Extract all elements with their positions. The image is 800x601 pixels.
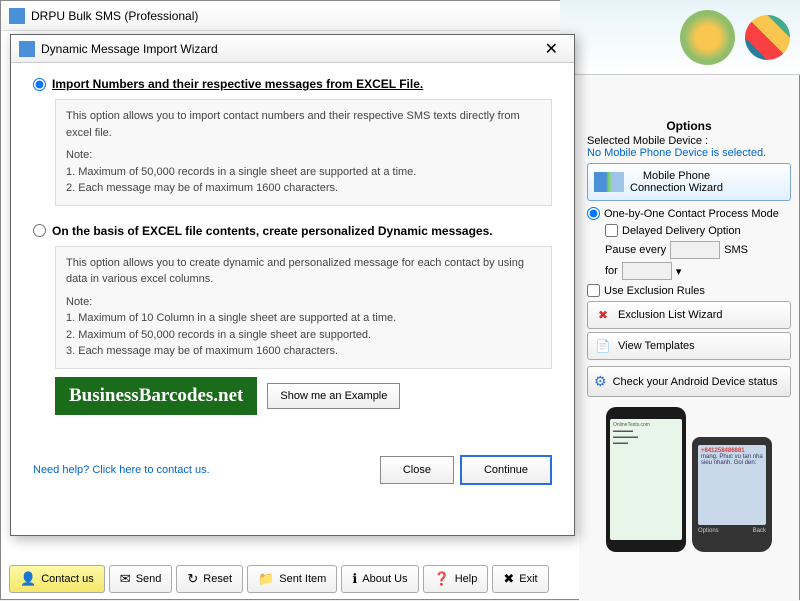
option2-description: This option allows you to create dynamic…: [55, 246, 552, 369]
process-mode-radio[interactable]: [587, 207, 600, 220]
envelope-icon: ✉: [120, 571, 131, 587]
folder-icon: 📁: [258, 571, 274, 587]
info-icon: ℹ: [352, 571, 357, 587]
dialog-continue-btn[interactable]: Continue: [460, 455, 552, 485]
dropdown-icon[interactable]: ▾: [676, 265, 682, 278]
import-excel-radio[interactable]: [33, 78, 46, 91]
about-us-button[interactable]: ℹAbout Us: [341, 565, 418, 593]
contact-us-button[interactable]: 👤Contact us: [9, 565, 105, 593]
help-icon: ❓: [434, 571, 450, 587]
connection-wizard-button[interactable]: Mobile PhoneConnection Wizard: [587, 163, 791, 201]
phone-previews: OnlineTests.com▬▬▬▬▬▬▬▬▬▬▬▬ +84125848688…: [587, 407, 791, 552]
import-excel-label: Import Numbers and their respective mess…: [52, 77, 423, 91]
pause-for-input[interactable]: [622, 262, 672, 280]
reset-icon: ↻: [187, 571, 198, 587]
header-graphic: [560, 0, 800, 75]
smartphone-preview: OnlineTests.com▬▬▬▬▬▬▬▬▬▬▬▬: [606, 407, 686, 552]
connection-icon: [594, 172, 624, 192]
feature-phone-preview: +841258486881 mang. Phuc vu tan nha sieu…: [692, 437, 772, 552]
people-icon: [680, 10, 735, 65]
pause-every-input[interactable]: [670, 241, 720, 259]
exclusion-rules-label: Use Exclusion Rules: [604, 285, 705, 297]
import-wizard-dialog: Dynamic Message Import Wizard ✕ Import N…: [10, 34, 575, 536]
dialog-close-button[interactable]: ✕: [537, 39, 566, 59]
check-device-status-button[interactable]: ⚙ Check your Android Device status: [587, 366, 791, 397]
person-icon: 👤: [20, 571, 36, 587]
dynamic-messages-label: On the basis of EXCEL file contents, cre…: [52, 224, 493, 238]
bottom-toolbar: 👤Contact us ✉Send ↻Reset 📁Sent Item ℹAbo…: [9, 565, 549, 593]
dialog-title: Dynamic Message Import Wizard: [41, 42, 537, 56]
exit-icon: ✖: [503, 571, 514, 587]
show-example-button[interactable]: Show me an Example: [267, 383, 400, 409]
option1-description: This option allows you to import contact…: [55, 99, 552, 206]
app-icon: [9, 8, 25, 24]
delayed-delivery-checkbox[interactable]: [605, 224, 618, 237]
sent-item-button[interactable]: 📁Sent Item: [247, 565, 337, 593]
device-label: Selected Mobile Device :: [587, 135, 791, 147]
dialog-close-btn[interactable]: Close: [380, 456, 454, 484]
business-barcodes-banner[interactable]: BusinessBarcodes.net: [55, 377, 257, 415]
help-link[interactable]: Need help? Click here to contact us.: [33, 464, 374, 476]
exit-button[interactable]: ✖Exit: [492, 565, 548, 593]
dynamic-messages-radio[interactable]: [33, 224, 46, 237]
templates-icon: 📄: [594, 337, 612, 355]
exclusion-icon: ✖: [594, 306, 612, 324]
send-button[interactable]: ✉Send: [109, 565, 173, 593]
process-mode-label: One-by-One Contact Process Mode: [604, 208, 779, 220]
help-button[interactable]: ❓Help: [423, 565, 489, 593]
options-panel: Options Selected Mobile Device : No Mobi…: [579, 31, 799, 601]
options-title: Options: [587, 119, 791, 133]
view-templates-button[interactable]: 📄 View Templates: [587, 332, 791, 360]
delayed-delivery-label: Delayed Delivery Option: [622, 225, 741, 237]
dialog-titlebar: Dynamic Message Import Wizard ✕: [11, 35, 574, 63]
dialog-icon: [19, 41, 35, 57]
device-status: No Mobile Phone Device is selected.: [587, 147, 791, 159]
exclusion-list-wizard-button[interactable]: ✖ Exclusion List Wizard: [587, 301, 791, 329]
reset-button[interactable]: ↻Reset: [176, 565, 243, 593]
gear-icon: ⚙: [594, 373, 607, 390]
exclusion-rules-checkbox[interactable]: [587, 284, 600, 297]
pie-chart-icon: [745, 15, 790, 60]
